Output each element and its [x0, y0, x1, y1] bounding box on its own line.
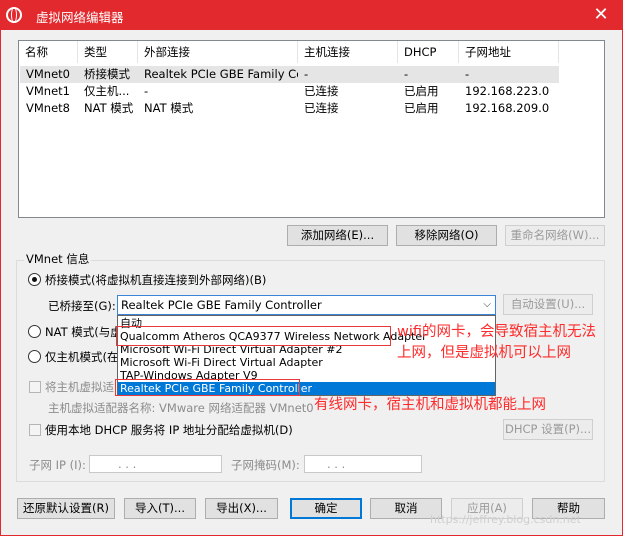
host-adapter-name: 主机虚拟适配器名称: VMware 网络适配器 VMnet0 [48, 401, 314, 415]
nat-label[interactable]: NAT 模式(与虚 [45, 324, 122, 340]
dhcp-label[interactable]: 使用本地 DHCP 服务将 IP 地址分配给虚拟机(D) [45, 422, 293, 438]
table-cell: 已启用 [404, 101, 439, 115]
group-title: VMnet 信息 [24, 251, 92, 267]
host-only-radio[interactable] [28, 350, 41, 363]
column-header-external[interactable]: 外部连接 [138, 41, 298, 63]
table-row[interactable]: VMnet1 仅主机... - 已连接 已启用 192.168.223.0 [20, 83, 559, 100]
table-cell: 仅主机... [84, 84, 130, 98]
bridged-to-value: Realtek PCIe GBE Family Controller [121, 298, 322, 312]
window-title: 虚拟网络编辑器 [36, 10, 124, 25]
ok-button[interactable]: 确定 [290, 498, 362, 519]
table-cell: NAT 模式 [84, 101, 134, 115]
wired-annotation: 有线网卡，宿主机和虚拟机都能上网 [314, 397, 546, 413]
dhcp-checkbox[interactable] [29, 424, 41, 436]
nat-radio[interactable] [28, 325, 41, 338]
dhcp-settings-button[interactable]: DHCP 设置(P)... [503, 419, 593, 440]
wired-highlight-box [115, 379, 300, 396]
subnet-mask-label: 子网掩码(M): [231, 458, 300, 472]
export-button[interactable]: 导出(X)... [205, 498, 278, 519]
table-cell: 已启用 [404, 84, 439, 98]
bridged-to-select[interactable]: Realtek PCIe GBE Family Controller ⌵ [117, 295, 496, 315]
ip-dots: . . . [118, 457, 137, 471]
auto-settings-button[interactable]: 自动设置(U)... [503, 294, 593, 315]
connect-host-adapter-checkbox[interactable] [29, 381, 41, 393]
column-header-dhcp[interactable]: DHCP [398, 41, 459, 63]
host-only-label[interactable]: 仅主机模式(在 [45, 349, 119, 365]
bridged-label[interactable]: 桥接模式(将虚拟机直接连接到外部网络)(B) [45, 272, 266, 288]
close-icon[interactable]: ✕ [590, 4, 612, 26]
table-cell: - [144, 84, 149, 98]
column-header-host[interactable]: 主机连接 [298, 41, 398, 63]
globe-icon [6, 7, 22, 23]
restore-defaults-button[interactable]: 还原默认设置(R) [17, 498, 115, 519]
table-cell: VMnet8 [26, 101, 70, 115]
subnet-mask-input[interactable]: . . . [304, 455, 422, 473]
connect-host-adapter-label[interactable]: 将主机虚拟适 [45, 379, 114, 395]
chevron-down-icon[interactable]: ⌵ [483, 296, 491, 314]
subnet-ip-input[interactable]: . . . [89, 455, 222, 473]
rename-network-button[interactable]: 重命名网络(W)... [505, 225, 605, 246]
wifi-highlight-box [116, 326, 391, 346]
table-row[interactable]: VMnet0 桥接模式 Realtek PCIe GBE Family Co..… [20, 66, 559, 83]
title-bar: 虚拟网络编辑器 ✕ [0, 0, 623, 30]
table-cell: 桥接模式 [84, 67, 130, 81]
table-cell: NAT 模式 [144, 101, 194, 115]
column-header-name[interactable]: 名称 [19, 41, 78, 63]
subnet-ip-label: 子网 IP (I): [29, 458, 86, 472]
column-header-type[interactable]: 类型 [78, 41, 138, 63]
watermark: https://jeffrey.blog.csdn.net [430, 513, 581, 526]
table-cell: VMnet0 [26, 67, 70, 81]
bridged-radio[interactable] [28, 273, 41, 286]
table-cell: - [404, 67, 409, 81]
wifi-annotation-line1: wifi的网卡，会导致宿主机无法 [397, 324, 597, 340]
table-cell: VMnet1 [26, 84, 70, 98]
table-row[interactable]: VMnet8 NAT 模式 NAT 模式 已连接 已启用 192.168.209… [20, 100, 559, 117]
bridged-to-label: 已桥接至(G): [48, 299, 116, 313]
table-cell: - [304, 67, 309, 81]
network-list[interactable]: 名称 类型 外部连接 主机连接 DHCP 子网地址 VMnet0 桥接模式 Re… [18, 40, 605, 218]
add-network-button[interactable]: 添加网络(E)... [287, 225, 388, 246]
table-cell: 192.168.223.0 [465, 84, 550, 98]
remove-network-button[interactable]: 移除网络(O) [396, 225, 497, 246]
table-cell: 192.168.209.0 [465, 101, 550, 115]
table-cell: 已连接 [304, 84, 339, 98]
column-header-subnet[interactable]: 子网地址 [459, 41, 559, 63]
ip-dots: . . . [327, 457, 346, 471]
import-button[interactable]: 导入(T)... [124, 498, 196, 519]
table-cell: - [465, 67, 470, 81]
table-cell: 已连接 [304, 101, 339, 115]
table-cell: Realtek PCIe GBE Family Co... [144, 67, 298, 81]
wifi-annotation-line2: 上网，但是虚拟机可以上网 [397, 345, 571, 361]
